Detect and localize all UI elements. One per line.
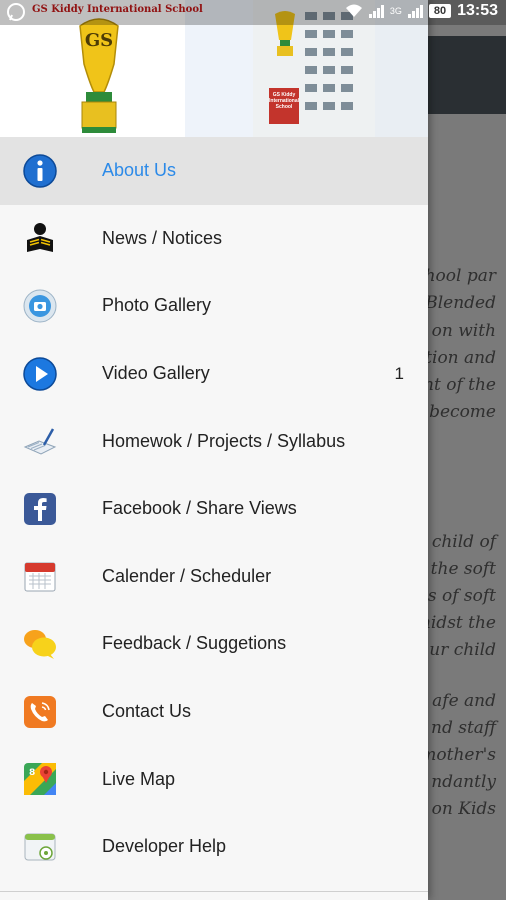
menu-label: Feedback / Suggetions xyxy=(102,633,287,654)
drawer-menu: About Us News / Notices Photo Gallery Vi… xyxy=(0,137,428,881)
signal-icon xyxy=(368,4,384,18)
bg-text-line: nd staff xyxy=(431,718,496,738)
info-icon xyxy=(23,154,57,188)
menu-label: Developer Help xyxy=(102,836,227,857)
menu-label: Homewok / Projects / Syllabus xyxy=(102,430,346,451)
bg-text-line: become xyxy=(429,402,496,422)
bg-text-line: ur child xyxy=(429,640,496,660)
building-sign: GS Kiddy International School xyxy=(269,88,299,124)
whatsapp-icon xyxy=(7,3,25,21)
navigation-drawer: GS Kiddy International School GS GS Kidd… xyxy=(0,0,428,900)
bg-text-line: Blended xyxy=(425,293,496,313)
bg-text-line: afe and xyxy=(432,691,496,711)
play-icon xyxy=(23,356,57,391)
menu-item-facebook[interactable]: Facebook / Share Views xyxy=(0,475,428,543)
video-count-badge: 1 xyxy=(394,363,404,383)
wifi-icon xyxy=(345,4,362,17)
menu-item-about-us[interactable]: About Us xyxy=(0,137,428,205)
menu-item-video-gallery[interactable]: Video Gallery 1 xyxy=(0,340,428,408)
menu-label: News / Notices xyxy=(102,227,223,248)
menu-item-feedback[interactable]: Feedback / Suggetions xyxy=(0,610,428,678)
trophy-text: GS xyxy=(85,30,113,51)
menu-item-developer-help[interactable]: Developer Help xyxy=(0,813,428,881)
network-type: 3G xyxy=(389,6,402,16)
bg-text-line: on Kids xyxy=(431,799,496,819)
clock: 13:53 xyxy=(457,2,498,19)
menu-item-news[interactable]: News / Notices xyxy=(0,205,428,273)
bg-text-line: tion and xyxy=(425,348,496,368)
bg-text-line: child of xyxy=(431,532,496,552)
status-bar: 3G 80 13:53 xyxy=(0,0,506,25)
bg-text-line: on with xyxy=(431,321,496,341)
battery-icon: 80 xyxy=(428,4,452,18)
help-icon xyxy=(24,833,56,861)
menu-item-live-map[interactable]: 8 Live Map xyxy=(0,745,428,813)
bg-text-line: ndantly xyxy=(431,772,496,792)
bg-text-line: nt of the xyxy=(423,375,496,395)
bg-text-line: the soft xyxy=(430,559,496,579)
menu-label: Contact Us xyxy=(102,701,192,722)
menu-label: Video Gallery xyxy=(102,363,210,384)
notebook-pen-icon xyxy=(23,428,57,455)
menu-item-calendar[interactable]: Calender / Scheduler xyxy=(0,543,428,611)
phone-icon xyxy=(24,695,56,728)
signal-icon-2 xyxy=(407,4,423,18)
chat-bubbles-icon xyxy=(24,629,56,659)
menu-label: Facebook / Share Views xyxy=(102,498,297,519)
calendar-icon xyxy=(24,562,56,592)
bg-text-line: mother's xyxy=(420,745,496,765)
reader-icon xyxy=(27,223,53,253)
bg-text-line: s of soft xyxy=(427,586,496,606)
menu-label: Live Map xyxy=(102,768,176,789)
menu-item-photo-gallery[interactable]: Photo Gallery xyxy=(0,272,428,340)
facebook-icon xyxy=(24,492,56,525)
map-icon: 8 xyxy=(24,763,56,796)
menu-item-contact-us[interactable]: Contact Us xyxy=(0,678,428,746)
drawer-divider xyxy=(0,891,428,892)
trophy-logo-icon: GS xyxy=(79,18,119,133)
menu-item-homework[interactable]: Homewok / Projects / Syllabus xyxy=(0,407,428,475)
menu-label: Calender / Scheduler xyxy=(102,565,272,586)
bg-text-line: hool par xyxy=(424,266,496,286)
menu-label: Photo Gallery xyxy=(102,295,212,316)
menu-label: About Us xyxy=(102,160,177,181)
svg-text:8: 8 xyxy=(29,768,35,778)
photo-icon xyxy=(23,289,57,323)
